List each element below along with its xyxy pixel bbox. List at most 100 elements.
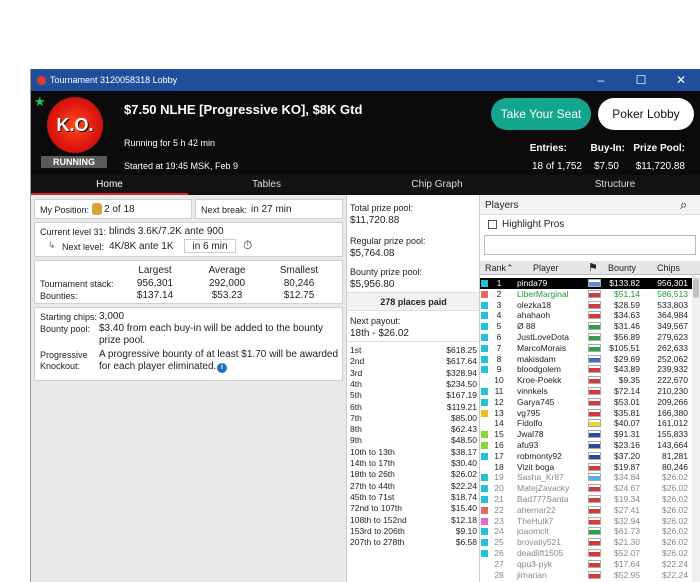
- player-row[interactable]: 19 Sasha_Kr87 $34.84 $26.02: [480, 472, 700, 483]
- player-row[interactable]: 25 brovatiy521 $21.30 $26.02: [480, 537, 700, 548]
- player-chips: 956,301: [657, 278, 688, 288]
- player-name: ahernar22: [517, 504, 556, 515]
- payout-amount: $38.17: [451, 446, 477, 457]
- player-row[interactable]: 15 Jwal78 $91.31 155,833: [480, 429, 700, 440]
- payout-place: 10th to 13th: [350, 446, 395, 457]
- col-player[interactable]: Player: [533, 263, 559, 273]
- payout-place: 207th to 278th: [350, 537, 405, 548]
- player-row[interactable]: 24 joaomclt $61.73 $26.02: [480, 526, 700, 537]
- player-status-icon: [481, 506, 488, 514]
- player-bounty: $28.59: [614, 299, 640, 310]
- player-status-icon: [481, 420, 488, 427]
- player-row[interactable]: 28 jimarian $52.95 $22.24: [480, 570, 700, 581]
- tab-home[interactable]: Home: [31, 175, 188, 195]
- search-icon[interactable]: ⌕: [680, 197, 687, 213]
- player-bounty: $53.01: [614, 396, 640, 407]
- col-bounty[interactable]: Bounty: [608, 263, 636, 273]
- star-icon[interactable]: ★: [34, 94, 46, 110]
- player-name: joaomclt: [517, 526, 549, 537]
- take-seat-button[interactable]: Take Your Seat: [491, 98, 591, 130]
- player-rank: 12: [494, 396, 504, 407]
- player-row[interactable]: 22 ahernar22 $27.41 $26.02: [480, 505, 700, 516]
- next-level-label: Next level:: [62, 242, 105, 252]
- player-bounty: $133.82: [609, 278, 640, 288]
- player-status-icon: [481, 561, 488, 568]
- player-status-icon: [481, 442, 488, 449]
- players-scrollbar[interactable]: [692, 276, 700, 582]
- player-row[interactable]: 1 pinda79 $133.82 956,301: [480, 278, 700, 289]
- player-row[interactable]: 7 MarcoMorais $105.51 262,633: [480, 343, 700, 354]
- player-row[interactable]: 14 Fidolfo $40.07 161,012: [480, 418, 700, 429]
- tab-structure[interactable]: Structure: [529, 175, 700, 195]
- total-prize-value: $11,720.88: [350, 215, 400, 226]
- divider: [347, 341, 480, 342]
- payout-row: 14th to 17th $30.40: [350, 458, 477, 469]
- bounty-prize-label: Bounty prize pool:: [350, 267, 423, 277]
- poker-lobby-button[interactable]: Poker Lobby: [598, 98, 694, 130]
- player-row[interactable]: 13 vg795 $35.81 166,380: [480, 408, 700, 419]
- next-break-box: Next break: in 27 min: [195, 199, 343, 219]
- player-chips: $26.02: [662, 526, 688, 537]
- player-bounty: $72.14: [614, 386, 640, 396]
- payout-place: 2nd: [350, 356, 365, 367]
- close-button[interactable]: ✕: [661, 69, 700, 91]
- payout-place: 14th to 17th: [350, 458, 395, 468]
- player-bounty: $51.14: [614, 288, 640, 299]
- player-row[interactable]: 17 robmonty92 $37.20 81,281: [480, 451, 700, 462]
- maximize-button[interactable]: ☐: [621, 69, 661, 91]
- player-row[interactable]: 12 Garya745 $53.01 209,266: [480, 397, 700, 408]
- current-level-value: blinds 3.6K/7.2K ante 900: [109, 226, 224, 237]
- bounty-pool-value: $3.40 from each buy-in will be added to …: [99, 323, 324, 346]
- player-row[interactable]: 18 Vizit boga $19.87 80,246: [480, 462, 700, 473]
- player-row[interactable]: 3 olezka18 $28.59 533,803: [480, 300, 700, 311]
- highlight-pros-checkbox[interactable]: [488, 220, 497, 229]
- player-bounty: $32.94: [614, 515, 640, 526]
- player-row[interactable]: 16 afu93 $23.16 143,664: [480, 440, 700, 451]
- players-header: Players ⌕: [480, 195, 700, 215]
- player-row[interactable]: 27 qpu3-pyk $17.64 $22.24: [480, 559, 700, 570]
- player-row[interactable]: 26 deadlift1505 $52.07 $26.02: [480, 548, 700, 559]
- payout-amount: $22.24: [451, 480, 477, 491]
- next-payout-label: Next payout:: [350, 316, 401, 326]
- player-row[interactable]: 23 TheHulk7 $32.94 $26.02: [480, 516, 700, 527]
- player-name: qpu3-pyk: [517, 558, 552, 569]
- col-rank[interactable]: Rank⌃: [485, 263, 514, 274]
- tab-tables[interactable]: Tables: [188, 175, 345, 195]
- player-row[interactable]: 10 Kroe-Poekk $9.35 222,670: [480, 375, 700, 386]
- chips-icon: [92, 203, 102, 215]
- payout-place: 8th: [350, 424, 362, 435]
- player-row[interactable]: 5 Ø 88 $31.46 349,567: [480, 321, 700, 332]
- flag-column-icon[interactable]: ⚑: [588, 261, 598, 274]
- payout-amount: $15.40: [451, 503, 477, 514]
- player-row[interactable]: 20 MatejZavacky $24.67 $26.02: [480, 483, 700, 494]
- minimize-button[interactable]: –: [581, 69, 621, 91]
- player-row[interactable]: 21 Bad777Santa $19.34 $26.02: [480, 494, 700, 505]
- payout-place: 27th to 44th: [350, 480, 395, 491]
- player-row[interactable]: 11 vinnkels $72.14 210,230: [480, 386, 700, 397]
- player-status-icon: [481, 290, 488, 298]
- stack-label: Tournament stack:: [40, 279, 114, 289]
- player-status-icon: [481, 301, 488, 309]
- payout-place: 9th: [350, 435, 362, 446]
- player-row[interactable]: 8 makisdam $29.69 252,062: [480, 354, 700, 365]
- player-status-icon: [481, 452, 488, 460]
- tab-chip-graph[interactable]: Chip Graph: [345, 175, 529, 195]
- player-row[interactable]: 9 bloodgolem $43.89 239,932: [480, 364, 700, 375]
- players-panel: Players ⌕ Highlight Pros Rank⌃ Player ⚑ …: [479, 195, 700, 582]
- player-row[interactable]: 6 JustLoveDota $56.89 279,623: [480, 332, 700, 343]
- payout-place: 72nd to 107th: [350, 503, 402, 514]
- total-prize-label: Total prize pool:: [350, 203, 414, 213]
- player-name: vg795: [517, 407, 541, 418]
- col-chips[interactable]: Chips: [657, 263, 680, 273]
- player-bounty: $105.51: [609, 342, 640, 353]
- scrollbar-thumb[interactable]: [693, 278, 699, 298]
- current-level-label: Current level 31:: [40, 227, 107, 237]
- player-row[interactable]: 2 LiberMarginal $51.14 586,513: [480, 289, 700, 300]
- next-level-value: 4K/8K ante 1K: [109, 241, 174, 252]
- player-search-input[interactable]: [484, 235, 696, 255]
- player-row[interactable]: 4 ahahaoh $34.63 364,984: [480, 310, 700, 321]
- highlight-pros-label: Highlight Pros: [502, 219, 565, 230]
- player-chips: 166,380: [657, 407, 688, 418]
- player-rank: 27: [494, 558, 504, 569]
- info-icon[interactable]: i: [217, 363, 227, 373]
